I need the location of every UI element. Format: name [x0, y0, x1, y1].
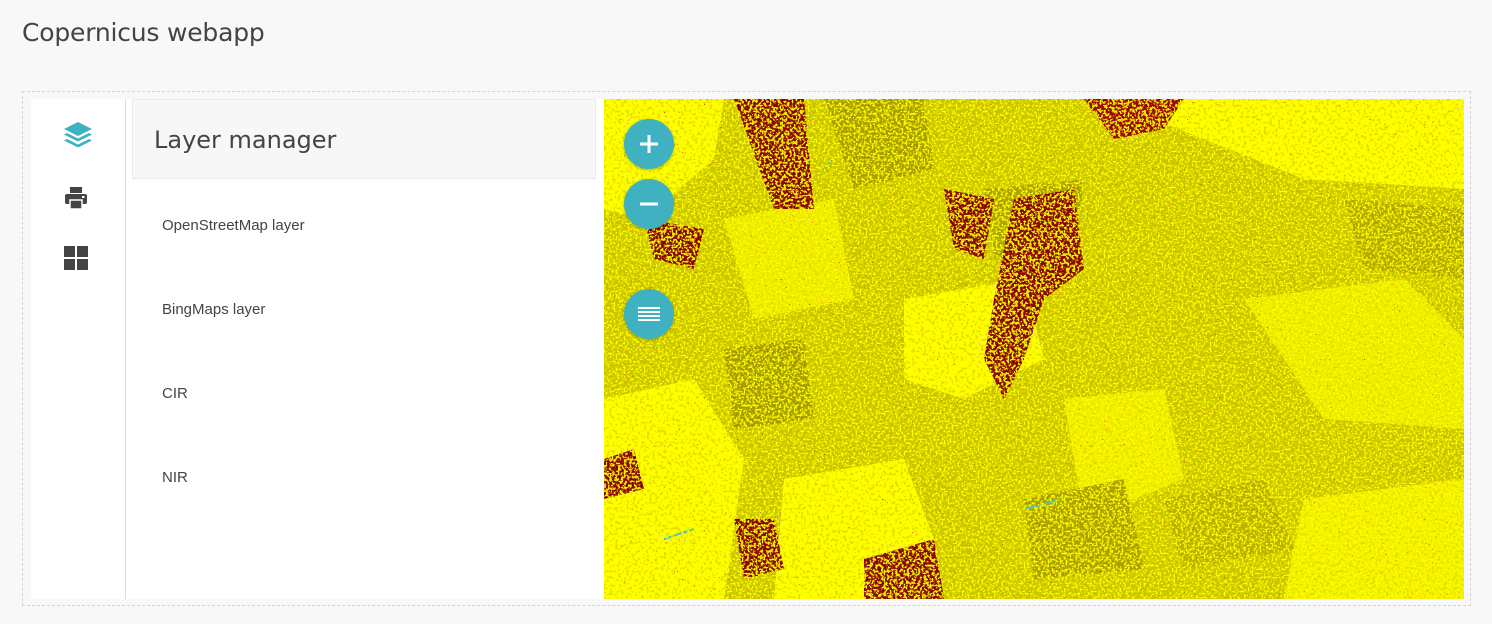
app-title: Copernicus webapp — [22, 18, 265, 47]
layer-item-cir[interactable]: CIR — [132, 363, 596, 447]
layer-switcher-button[interactable] — [624, 289, 674, 339]
grid-icon — [64, 246, 88, 270]
map-view[interactable] — [604, 99, 1464, 599]
layer-label: OpenStreetMap layer — [162, 217, 305, 234]
panel-title: Layer manager — [154, 126, 337, 154]
layer-label: BingMaps layer — [162, 301, 266, 318]
layers-icon — [64, 122, 92, 148]
satellite-raster — [604, 99, 1464, 599]
list-icon — [638, 307, 660, 321]
layer-manager-panel: Layer manager OpenStreetMap layer BingMa… — [126, 99, 604, 599]
layer-item-nir[interactable]: NIR — [132, 447, 596, 531]
layer-label: NIR — [162, 469, 188, 486]
widgets-tool-button[interactable] — [63, 245, 93, 275]
print-tool-button[interactable] — [63, 185, 93, 215]
toolbar — [31, 99, 126, 599]
layer-item-openstreetmap[interactable]: OpenStreetMap layer — [132, 195, 596, 279]
minus-icon — [640, 202, 658, 206]
zoom-out-button[interactable] — [624, 179, 674, 229]
layers-tool-button[interactable] — [63, 121, 93, 151]
layer-item-bingmaps[interactable]: BingMaps layer — [132, 279, 596, 363]
panel-header: Layer manager — [132, 99, 596, 179]
layer-label: CIR — [162, 385, 188, 402]
zoom-in-button[interactable] — [624, 119, 674, 169]
plus-icon — [640, 135, 658, 153]
print-icon — [65, 187, 87, 210]
